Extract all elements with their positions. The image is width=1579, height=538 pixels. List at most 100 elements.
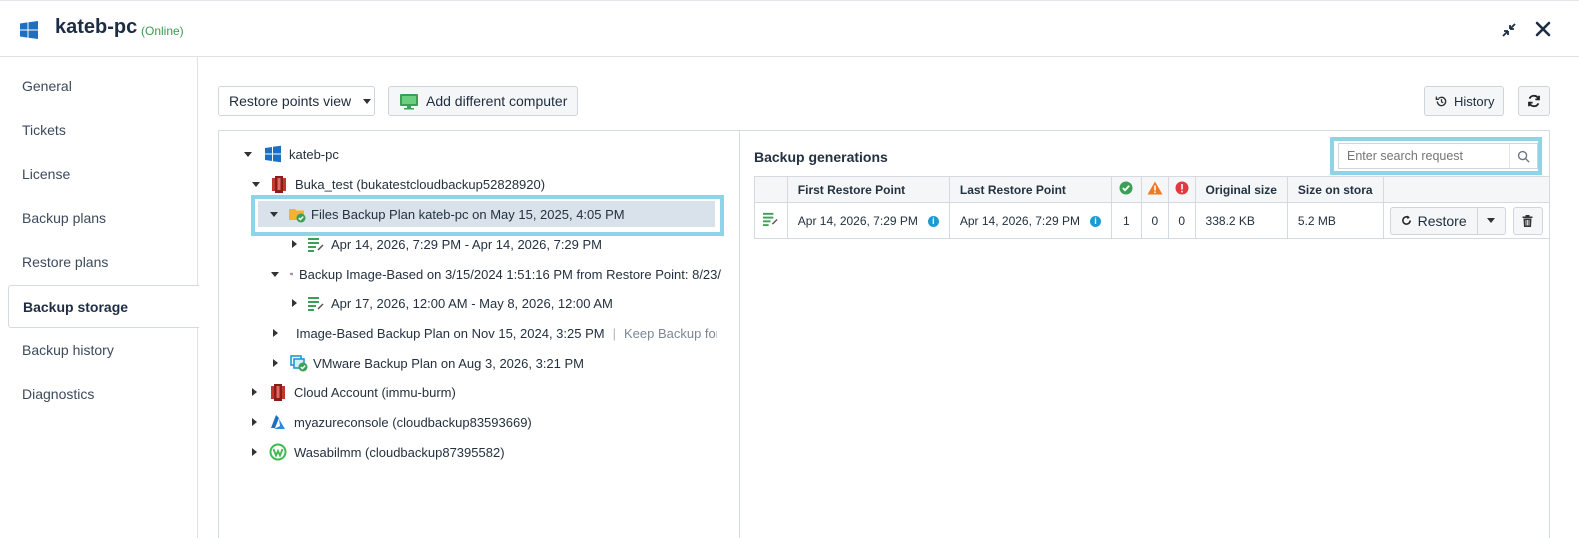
tree-node-backup-plan[interactable]: Backup Image-Based on 3/15/2024 1:51:16 … bbox=[271, 261, 721, 287]
column-success[interactable] bbox=[1110, 176, 1142, 203]
restore-button[interactable]: Restore bbox=[1391, 208, 1477, 234]
header-bar: kateb-pc (Online) bbox=[0, 0, 1579, 57]
windows-icon bbox=[265, 145, 281, 163]
column-warning[interactable] bbox=[1140, 176, 1169, 203]
expand-arrow-icon[interactable] bbox=[271, 271, 279, 277]
expand-arrow-icon[interactable] bbox=[292, 299, 297, 307]
header-icon-cell bbox=[754, 176, 788, 203]
tree-label: VMware Backup Plan on Aug 3, 2026, 3:21 … bbox=[313, 355, 585, 371]
tree-label: Apr 17, 2026, 12:00 AM - May 8, 2026, 12… bbox=[331, 295, 613, 311]
column-size-on-storage[interactable]: Size on stora bbox=[1286, 176, 1384, 203]
expand-arrow-icon[interactable] bbox=[252, 181, 260, 187]
restore-dropdown[interactable] bbox=[1476, 207, 1505, 234]
tree-node-restore-points[interactable]: Apr 17, 2026, 12:00 AM - May 8, 2026, 12… bbox=[292, 290, 613, 316]
tree-label: Apr 14, 2026, 7:29 PM - Apr 14, 2026, 7:… bbox=[331, 236, 603, 252]
tree-node-storage[interactable]: myazureconsole (cloudbackup83593669) bbox=[252, 409, 532, 435]
expand-arrow-icon[interactable] bbox=[252, 418, 257, 426]
refresh-button[interactable] bbox=[1518, 86, 1550, 116]
monitor-icon bbox=[400, 93, 418, 109]
chevron-down-icon bbox=[363, 98, 372, 104]
aws-storage-icon bbox=[272, 176, 286, 193]
tree-label: Buka_test (bukatestcloudbackup52828920) bbox=[295, 176, 546, 192]
sidebar-item-restore-plans[interactable]: Restore plans bbox=[8, 241, 198, 284]
first-restore-point: Apr 14, 2026, 7:29 PM bbox=[797, 213, 918, 228]
sidebar-item-backup-storage[interactable]: Backup storage bbox=[8, 285, 199, 328]
history-label: History bbox=[1454, 93, 1495, 109]
tree-node-backup-plan[interactable]: Image-Based Backup Plan on Nov 15, 2024,… bbox=[273, 320, 717, 346]
column-last-restore-point[interactable]: Last Restore Point bbox=[948, 176, 1112, 203]
tree-node-computer[interactable]: kateb-pc bbox=[244, 141, 339, 167]
history-button[interactable]: History bbox=[1424, 86, 1504, 116]
delete-button[interactable] bbox=[1512, 206, 1543, 235]
last-restore-point: Apr 14, 2026, 7:29 PM bbox=[959, 213, 1080, 228]
restore-icon bbox=[1401, 215, 1411, 225]
sidebar-item-backup-history[interactable]: Backup history bbox=[8, 329, 198, 372]
tree-node-storage[interactable]: Buka_test (bukatestcloudbackup52828920) bbox=[252, 171, 545, 197]
error-count: 0 bbox=[1167, 202, 1196, 239]
wasabi-icon bbox=[269, 443, 287, 461]
first-restore-point-cell: Apr 14, 2026, 7:29 PM i bbox=[786, 202, 950, 239]
expand-arrow-icon[interactable] bbox=[273, 329, 278, 337]
storage-panel: kateb-pc Buka_test (bukatestcloudbackup5… bbox=[218, 130, 1551, 538]
info-icon[interactable]: i bbox=[1089, 215, 1101, 227]
restore-label: Restore bbox=[1417, 212, 1467, 229]
tree-node-storage[interactable]: Wasabilmm (cloudbackup87395582) bbox=[252, 439, 505, 465]
table-row[interactable]: Apr 14, 2026, 7:29 PM i Apr 14, 2026, 7:2… bbox=[754, 202, 1551, 239]
computer-name: kateb-pc bbox=[55, 16, 138, 38]
collapse-icon[interactable] bbox=[1501, 22, 1517, 38]
sidebar-item-general[interactable]: General bbox=[8, 65, 198, 108]
sidebar-item-tickets[interactable]: Tickets bbox=[8, 109, 198, 152]
column-original-size[interactable]: Original size bbox=[1194, 176, 1288, 203]
chevron-down-icon bbox=[1487, 218, 1496, 223]
windows-icon bbox=[20, 21, 38, 39]
error-icon bbox=[1175, 181, 1189, 195]
expand-arrow-icon[interactable] bbox=[252, 448, 257, 456]
info-icon[interactable]: i bbox=[927, 215, 939, 227]
vmware-icon bbox=[290, 355, 308, 372]
separator: | bbox=[612, 325, 616, 341]
sidebar-item-license[interactable]: License bbox=[8, 153, 198, 196]
add-computer-label: Add different computer bbox=[426, 93, 568, 109]
success-icon bbox=[1119, 181, 1133, 195]
tree-label: Wasabilmm (cloudbackup87395582) bbox=[294, 444, 505, 460]
tree-label: Backup Image-Based on 3/15/2024 1:51:16 … bbox=[298, 266, 721, 282]
size-on-storage: 5.2 MB bbox=[1286, 202, 1384, 239]
view-select[interactable]: Restore points view bbox=[218, 86, 375, 116]
search-highlight bbox=[1330, 137, 1542, 175]
tree-label: Cloud Account (immu-burm) bbox=[294, 384, 456, 400]
expand-arrow-icon[interactable] bbox=[273, 359, 278, 367]
tree-node-backup-plan[interactable]: VMware Backup Plan on Aug 3, 2026, 3:21 … bbox=[273, 350, 584, 376]
expand-arrow-icon[interactable] bbox=[252, 388, 257, 396]
selection-highlight bbox=[251, 195, 724, 236]
original-size: 338.2 KB bbox=[1194, 202, 1288, 239]
warning-count: 0 bbox=[1140, 202, 1169, 239]
aws-storage-icon bbox=[271, 384, 285, 401]
expand-arrow-icon[interactable] bbox=[244, 151, 252, 157]
restore-point-icon bbox=[763, 212, 778, 227]
restore-split-button: Restore bbox=[1389, 206, 1506, 235]
view-select-label: Restore points view bbox=[229, 93, 352, 109]
restore-point-icon bbox=[308, 297, 324, 311]
storage-tree: kateb-pc Buka_test (bukatestcloudbackup5… bbox=[219, 131, 740, 538]
column-first-restore-point[interactable]: First Restore Point bbox=[786, 176, 950, 203]
row-actions: Restore bbox=[1382, 202, 1551, 239]
success-count: 1 bbox=[1110, 202, 1142, 239]
table-header-row: First Restore Point Last Restore Point O… bbox=[754, 176, 1551, 203]
sidebar-item-backup-plans[interactable]: Backup plans bbox=[8, 197, 198, 240]
expand-arrow-icon[interactable] bbox=[292, 240, 297, 248]
close-icon[interactable] bbox=[1534, 20, 1552, 38]
generations-table: First Restore Point Last Restore Point O… bbox=[754, 176, 1551, 239]
sidebar-item-diagnostics[interactable]: Diagnostics bbox=[8, 373, 198, 416]
restore-point-icon bbox=[308, 238, 324, 252]
history-icon bbox=[1435, 96, 1447, 106]
tree-node-storage[interactable]: Cloud Account (immu-burm) bbox=[252, 379, 456, 405]
backup-generations-pane: Backup generations First Restore Point L… bbox=[740, 131, 1551, 538]
column-error[interactable] bbox=[1167, 176, 1196, 203]
retention-note: Keep Backup for ' bbox=[623, 325, 717, 341]
refresh-icon bbox=[1528, 94, 1540, 108]
column-actions bbox=[1382, 176, 1551, 203]
add-computer-button[interactable]: Add different computer bbox=[388, 86, 578, 116]
sidebar: General Tickets License Backup plans Res… bbox=[0, 57, 199, 538]
image-backup-icon bbox=[290, 272, 293, 276]
tree-label: myazureconsole (cloudbackup83593669) bbox=[294, 414, 532, 430]
